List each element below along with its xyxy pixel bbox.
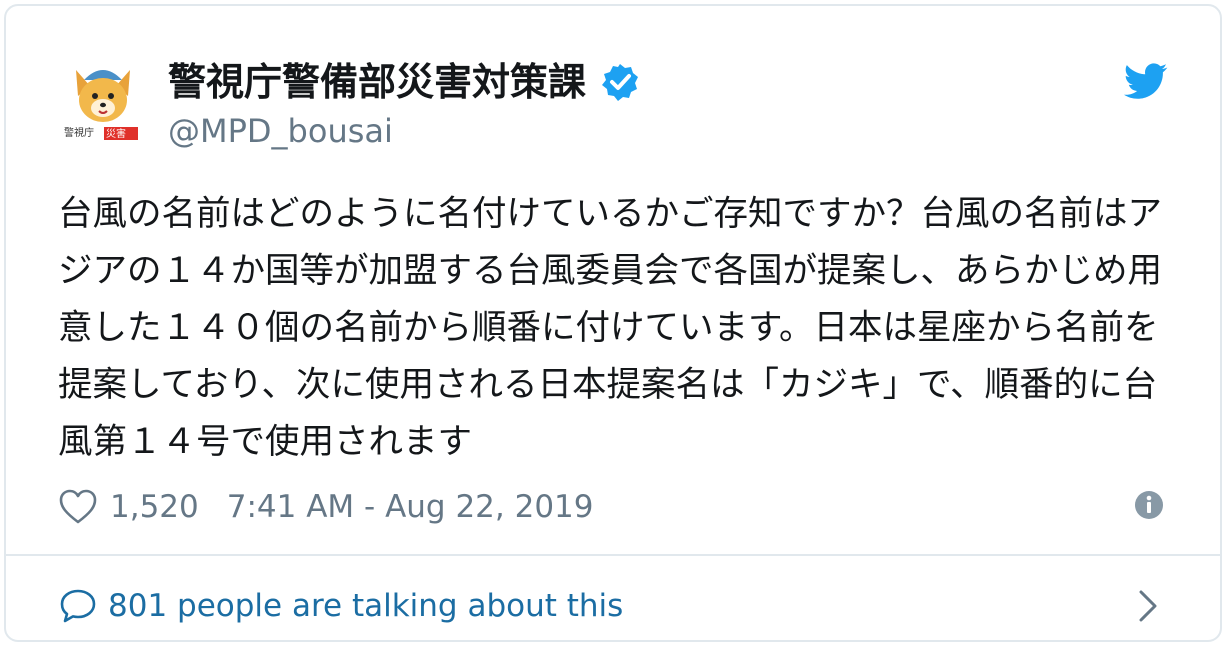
author-name-row: 警視庁警備部災害対策課 bbox=[168, 58, 640, 106]
tweet-meta: 1,520 7:41 AM - Aug 22, 2019 bbox=[58, 483, 594, 531]
timestamp[interactable]: 7:41 AM - Aug 22, 2019 bbox=[227, 483, 594, 531]
divider bbox=[6, 554, 1220, 556]
chevron-right-icon[interactable] bbox=[1136, 588, 1160, 624]
svg-text:災害: 災害 bbox=[106, 127, 126, 140]
tweet-card: 警視庁 災害 警視庁警備部災害対策課 @MPD_bousai 台風の名前はどのよ… bbox=[4, 4, 1222, 642]
conversation-label: 801 people are talking about this bbox=[108, 588, 624, 624]
conversation-link[interactable]: 801 people are talking about this bbox=[58, 582, 623, 630]
verified-badge-icon bbox=[602, 64, 639, 101]
display-name[interactable]: 警視庁警備部災害対策課 bbox=[168, 58, 586, 106]
tweet-text: 台風の名前はどのように名付けているかご存知ですか？台風の名前はアジアの１４か国等… bbox=[58, 194, 1162, 462]
avatar[interactable]: 警視庁 災害 bbox=[58, 56, 148, 146]
svg-text:警視庁: 警視庁 bbox=[64, 126, 94, 139]
info-icon[interactable] bbox=[1134, 490, 1164, 520]
handle[interactable]: @MPD_bousai bbox=[168, 110, 393, 152]
speech-bubble-icon bbox=[60, 589, 96, 623]
heart-icon[interactable] bbox=[58, 487, 98, 527]
like-count[interactable]: 1,520 bbox=[110, 483, 199, 531]
twitter-bird-icon[interactable] bbox=[1124, 62, 1168, 100]
mascot-logo: 警視庁 災害 bbox=[64, 62, 138, 140]
